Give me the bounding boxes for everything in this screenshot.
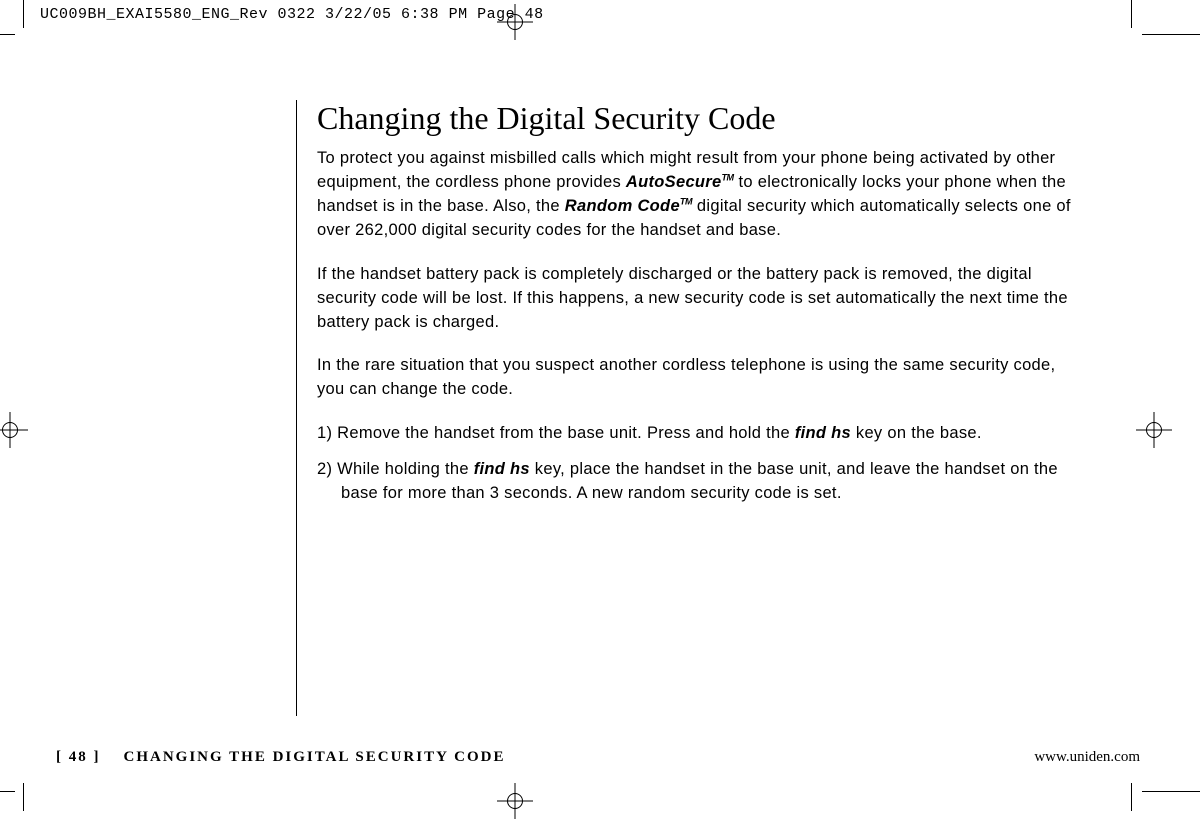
registration-mark-icon (503, 789, 527, 813)
brand-randomcode: Random CodeTM (565, 197, 692, 215)
content-area: Changing the Digital Security Code To pr… (296, 100, 1086, 518)
text: 1) Remove the handset from the base unit… (317, 424, 795, 442)
page-title: Changing the Digital Security Code (317, 100, 1086, 137)
brand-autosecure: AutoSecureTM (626, 173, 734, 191)
vertical-rule (296, 100, 297, 716)
text: 2) While holding the (317, 460, 474, 478)
footer-url: www.uniden.com (1034, 749, 1140, 766)
print-slug: UC009BH_EXAI5580_ENG_Rev 0322 3/22/05 6:… (40, 6, 544, 23)
key-find-hs: find hs (795, 424, 851, 442)
footer: [ 48 ] CHANGING THE DIGITAL SECURITY COD… (56, 749, 1140, 766)
registration-mark-icon (503, 10, 527, 34)
registration-mark-icon (1142, 418, 1166, 442)
registration-mark-icon (0, 418, 22, 442)
footer-left: [ 48 ] CHANGING THE DIGITAL SECURITY COD… (56, 749, 505, 766)
crop-mark (0, 791, 15, 792)
paragraph: To protect you against misbilled calls w… (317, 147, 1086, 243)
body-text: To protect you against misbilled calls w… (317, 147, 1086, 506)
crop-mark (23, 0, 24, 28)
key-find-hs: find hs (474, 460, 530, 478)
step-1: 1) Remove the handset from the base unit… (317, 422, 1086, 446)
crop-mark (0, 34, 15, 35)
paragraph: In the rare situation that you suspect a… (317, 354, 1086, 402)
crop-mark (23, 783, 24, 811)
text: key on the base. (851, 424, 982, 442)
crop-mark (1142, 34, 1200, 35)
crop-mark (1142, 791, 1200, 792)
page-number: [ 48 ] (56, 749, 101, 765)
paragraph: If the handset battery pack is completel… (317, 263, 1086, 335)
step-2: 2) While holding the find hs key, place … (317, 458, 1086, 506)
crop-mark (1131, 783, 1132, 811)
footer-title: CHANGING THE DIGITAL SECURITY CODE (124, 749, 506, 765)
crop-mark (1131, 0, 1132, 28)
